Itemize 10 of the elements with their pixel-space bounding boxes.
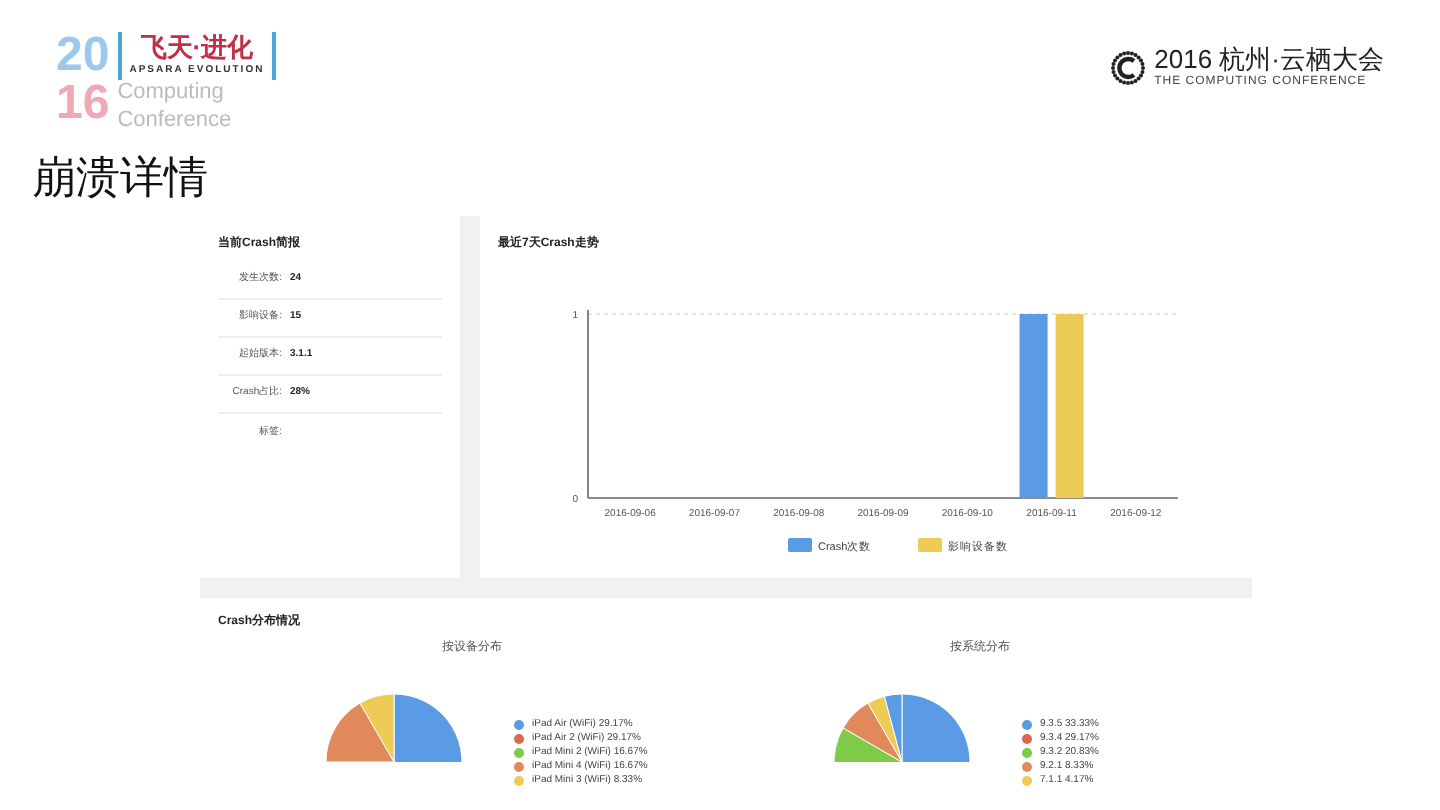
logo-text: Computing [117,79,226,107]
legend-swatch [788,538,812,552]
logo-year: 20 [56,32,110,80]
legend-swatch [918,538,942,552]
logo-text: Conference [117,107,234,135]
page-title: 崩溃详情 [32,156,210,200]
conference-title: 2016 杭州·云栖大会 [1154,44,1384,75]
logo-title: 飞天·进化 [140,32,254,65]
dotted-circle-logo-icon [1110,49,1147,86]
logo-year: 16 [56,80,110,128]
